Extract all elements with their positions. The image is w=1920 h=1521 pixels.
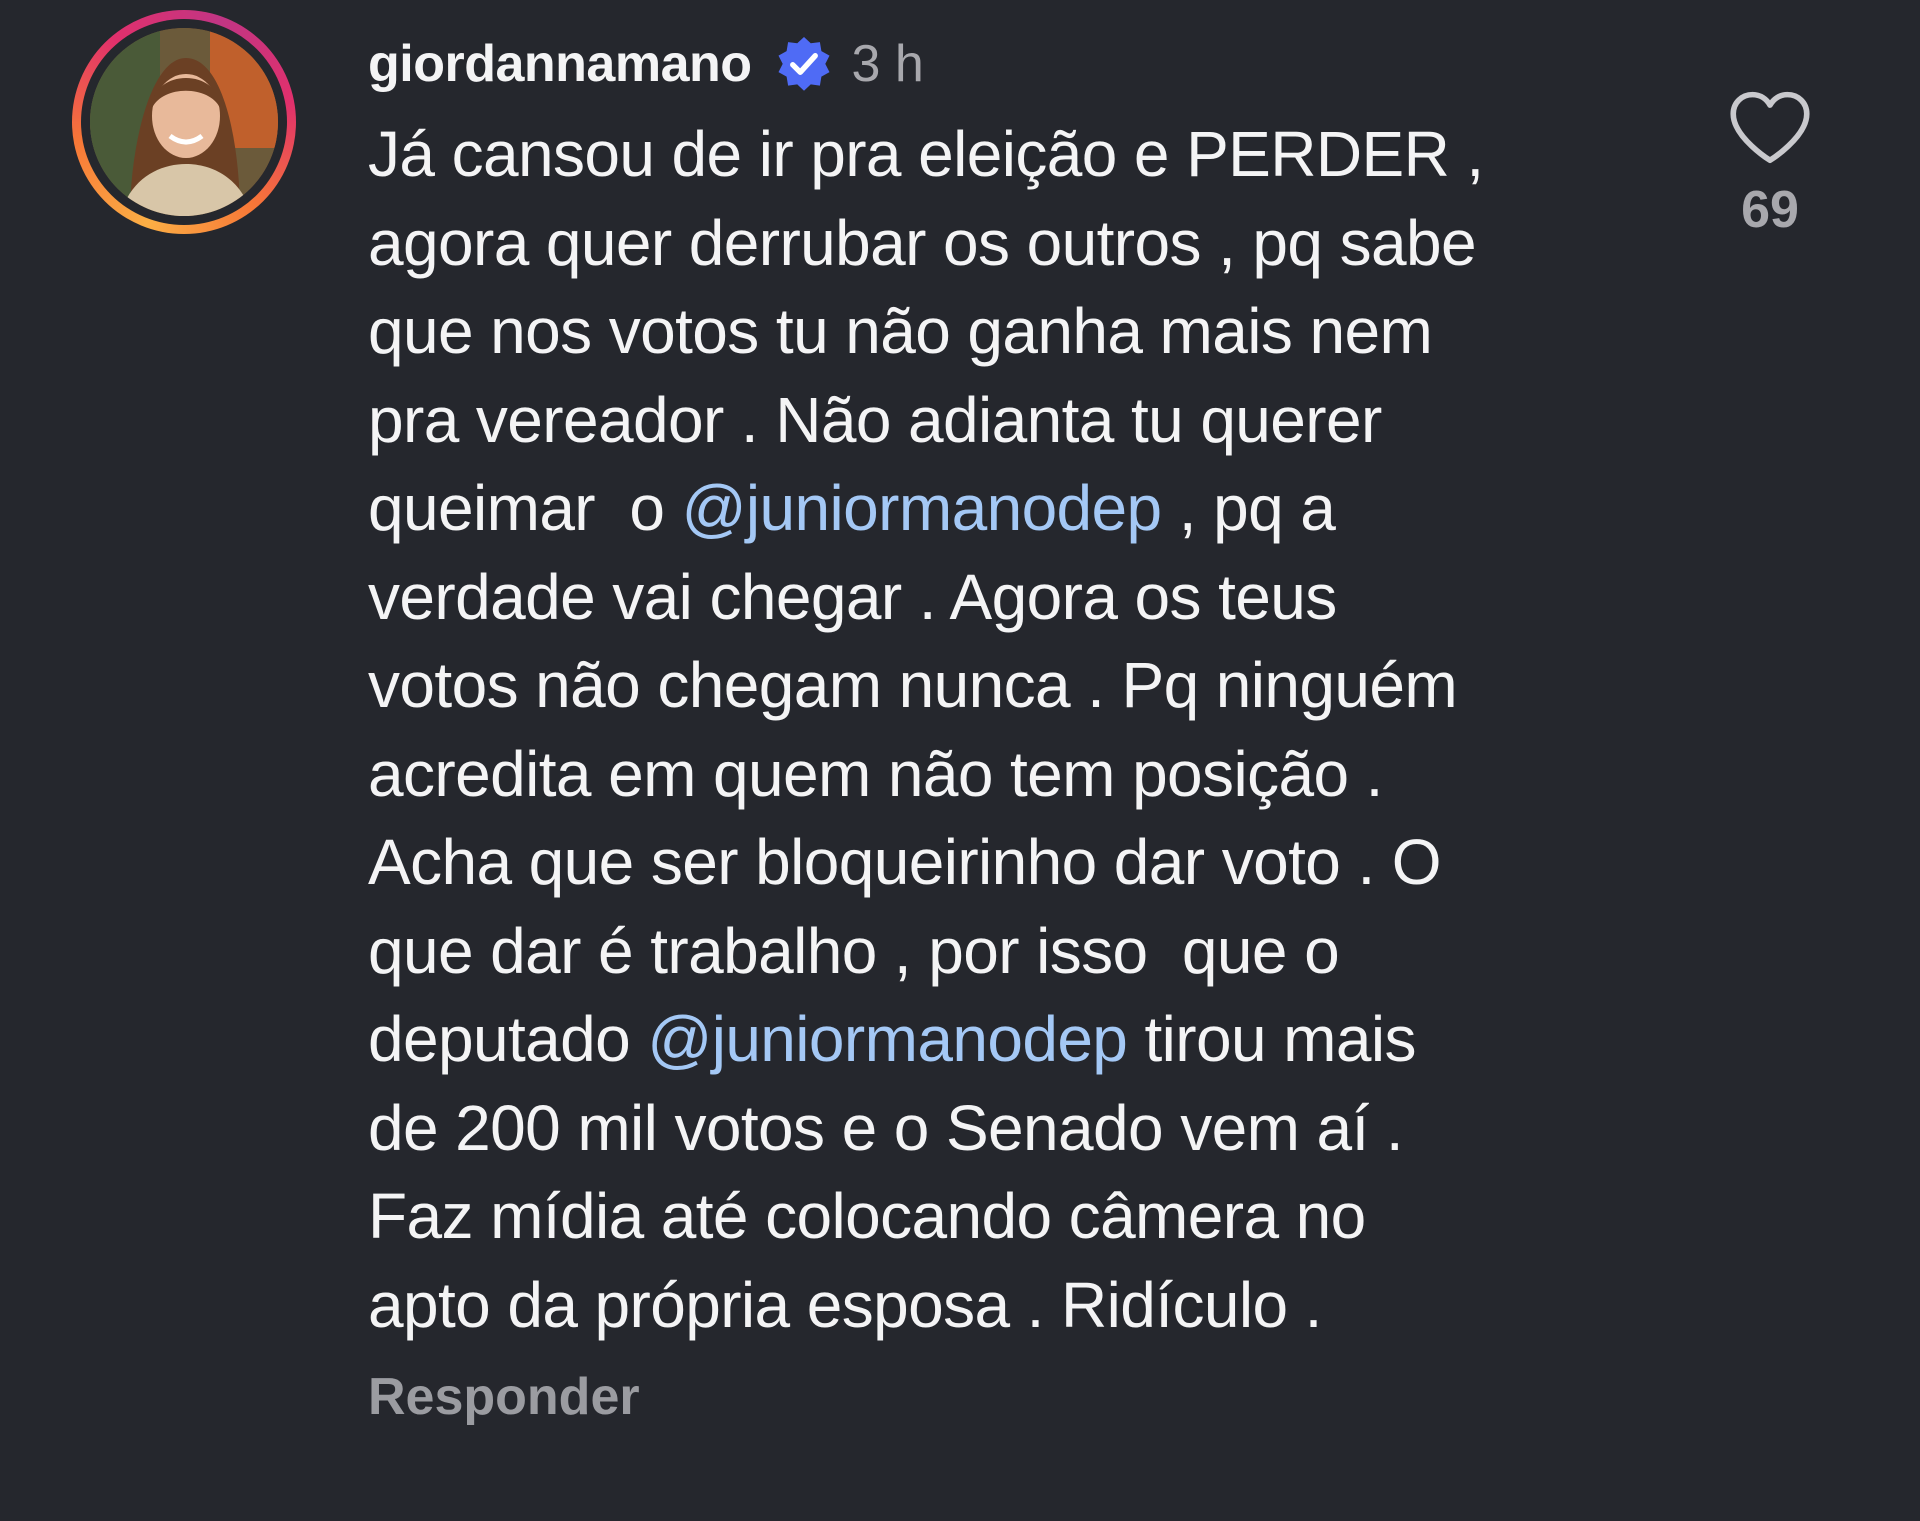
comment-line: de 200 mil votos e o Senado vem aí . xyxy=(368,1084,1578,1173)
comment-line: apto da própria esposa . Ridículo . xyxy=(368,1261,1578,1350)
comment-line: queimar o @juniormanodep , pq a xyxy=(368,464,1578,553)
comment-item: giordannamano 3 h Já cansou de ir pra el… xyxy=(0,0,1920,1521)
comment-line: agora quer derrubar os outros , pq sabe xyxy=(368,199,1578,288)
comment-timestamp: 3 h xyxy=(851,35,924,93)
comment-text-segment: que nos votos tu não ganha mais nem xyxy=(368,295,1433,367)
comment-text-segment: Acha que ser bloqueirinho dar voto . O xyxy=(368,826,1442,898)
comment-text-segment: votos não chegam nunca . Pq ninguém xyxy=(368,649,1458,721)
comment-text-segment: pra vereador . Não adianta tu querer xyxy=(368,383,1382,456)
comment-text: Já cansou de ir pra eleição e PERDER , ag… xyxy=(368,110,1578,1349)
comment-text-segment: tirou mais xyxy=(1127,1003,1416,1075)
comment-line: Já cansou de ir pra eleição e PERDER , xyxy=(368,110,1578,199)
comment-text-segment: deputado xyxy=(368,1003,648,1075)
like-area: 69 xyxy=(1718,88,1822,240)
comment-text-segment: de 200 mil votos e o Senado vem aí . xyxy=(368,1091,1404,1164)
verified-badge-icon xyxy=(778,37,830,91)
comment-line: acredita em quem não tem posição . xyxy=(368,730,1578,819)
comment-line: que nos votos tu não ganha mais nem xyxy=(368,287,1578,376)
comment-text-segment: acredita em quem não tem posição . xyxy=(368,737,1383,810)
comment-line: pra vereador . Não adianta tu querer xyxy=(368,376,1578,465)
like-count: 69 xyxy=(1741,181,1799,239)
mention-link[interactable]: @juniormanodep xyxy=(682,472,1163,544)
comment-line: Acha que ser bloqueirinho dar voto . O xyxy=(368,818,1578,907)
comment-text-segment: , pq a xyxy=(1161,472,1336,544)
comment-line: que dar é trabalho , por isso que o xyxy=(368,907,1578,996)
username[interactable]: giordannamano xyxy=(368,34,752,94)
comment-line: verdade vai chegar . Agora os teus xyxy=(368,553,1578,642)
avatar-story-ring[interactable] xyxy=(72,10,296,234)
comment-text-segment: que dar é trabalho , por isso que o xyxy=(368,914,1340,987)
comment-line: deputado @juniormanodep tirou mais xyxy=(368,995,1578,1084)
comment-text-segment: Faz mídia até colocando câmera no xyxy=(368,1180,1366,1252)
heart-icon[interactable] xyxy=(1728,88,1812,166)
reply-button[interactable]: Responder xyxy=(368,1367,1578,1427)
comment-line: votos não chegam nunca . Pq ninguém xyxy=(368,641,1578,730)
avatar xyxy=(90,28,278,216)
avatar-photo xyxy=(90,28,278,216)
comment-line: Faz mídia até colocando câmera no xyxy=(368,1172,1578,1261)
mention-link[interactable]: @juniormanodep xyxy=(647,1003,1128,1075)
comment-header: giordannamano 3 h xyxy=(368,28,1578,100)
comment-text-segment: queimar o xyxy=(368,472,682,544)
comment-text-segment: apto da própria esposa . Ridículo . xyxy=(368,1268,1322,1341)
comment-text-segment: agora quer derrubar os outros , pq sabe xyxy=(368,206,1477,279)
comment-text-segment: verdade vai chegar . Agora os teus xyxy=(368,560,1337,633)
comment-text-segment: Já cansou de ir pra eleição e PERDER , xyxy=(368,118,1484,190)
